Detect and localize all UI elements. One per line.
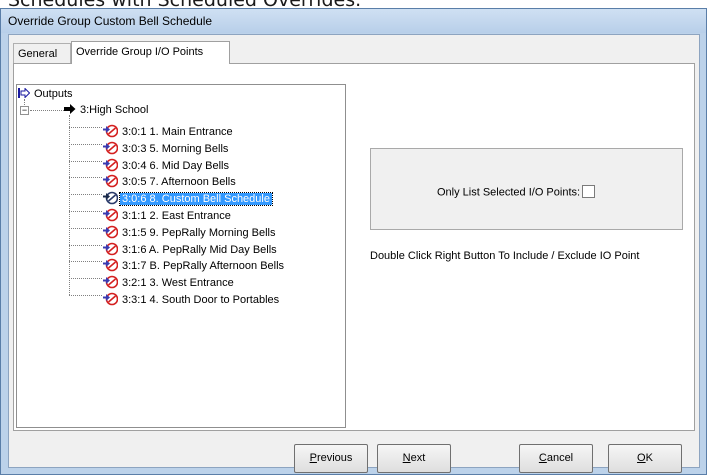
tree-group-high-school[interactable]: 3:High School (64, 102, 151, 118)
title-bar[interactable]: Override Group Custom Bell Schedule (1, 9, 706, 33)
tab-page-io-points: Outputs − 3:High School 3:0:1 1. Main En… (13, 63, 695, 431)
dialog-window: Override Group Custom Bell Schedule Gene… (0, 8, 707, 475)
next-label: ext (410, 452, 426, 464)
arrow-icon (64, 104, 76, 114)
tree-connector (69, 194, 102, 196)
tree-connector (69, 278, 102, 280)
cancel-mnemonic: C (538, 452, 547, 464)
cancel-button[interactable]: Cancel (519, 444, 593, 473)
tree-item-io-point[interactable]: 3:0:3 5. Morning Bells (102, 136, 230, 155)
previous-button[interactable]: Previous (294, 444, 368, 473)
tree-connector (69, 261, 102, 263)
tree-connector (69, 227, 102, 229)
tree-item-io-point[interactable]: 3:0:6 8. Custom Bell Schedule (102, 186, 273, 207)
tree-item-io-point[interactable]: 3:1:7 B. PepRally Afternoon Bells (102, 253, 286, 272)
tree-connector (69, 211, 102, 212)
tree-item-io-point[interactable]: 3:1:6 A. PepRally Mid Day Bells (102, 237, 279, 256)
tree-item-io-point[interactable]: 3:2:1 3. West Entrance (102, 270, 236, 289)
options-group-box: Only List Selected I/O Points: (370, 148, 683, 230)
tree-connector (30, 110, 64, 111)
ok-mnemonic: O (637, 452, 646, 464)
tree-connector (69, 295, 102, 296)
next-button[interactable]: Next (377, 444, 451, 473)
include-exclude-hint: Double Click Right Button To Include / E… (370, 250, 640, 262)
window-title: Override Group Custom Bell Schedule (8, 14, 213, 28)
tree-group-label: 3:High School (80, 104, 149, 116)
io-points-tree[interactable]: Outputs − 3:High School 3:0:1 1. Main En… (16, 84, 346, 428)
tree-connector (69, 244, 102, 246)
dialog-client-area: General Override Group I/O Points Output… (8, 34, 700, 473)
collapse-toggle-icon[interactable]: − (20, 106, 29, 115)
bell-output-icon (103, 292, 118, 306)
tree-item-io-point[interactable]: 3:0:5 7. Afternoon Bells (102, 169, 238, 188)
tree-item-io-point[interactable]: 3:0:1 1. Main Entrance (102, 119, 235, 138)
tree-root-outputs[interactable]: Outputs (18, 86, 75, 102)
only-list-selected-option[interactable]: Only List Selected I/O Points: (437, 185, 596, 199)
tree-connector (69, 160, 102, 162)
tree-connector (69, 177, 102, 179)
tree-root-label: Outputs (34, 88, 73, 100)
tab-general[interactable]: General (13, 43, 71, 63)
previous-label: revious (316, 452, 353, 464)
tree-connector (69, 127, 102, 128)
only-list-checkbox[interactable] (582, 185, 596, 198)
tree-connector (69, 143, 102, 145)
tree-item-io-point[interactable]: 3:1:1 2. East Entrance (102, 203, 233, 222)
tree-item-label: 3:3:1 4. South Door to Portables (122, 294, 280, 306)
arrow-outline-icon (18, 88, 30, 98)
only-list-label: Only List Selected I/O Points: (437, 186, 581, 199)
ok-label: K (645, 452, 653, 464)
tree-item-io-point[interactable]: 3:0:4 6. Mid Day Bells (102, 153, 231, 172)
tab-override-group-io-points[interactable]: Override Group I/O Points (71, 41, 230, 64)
tree-item-io-point[interactable]: 3:3:1 4. South Door to Portables (102, 287, 281, 306)
tree-item-io-point[interactable]: 3:1:5 9. PepRally Morning Bells (102, 220, 277, 239)
ok-button[interactable]: OK (608, 444, 682, 473)
tree-connector (69, 115, 70, 295)
next-mnemonic: N (402, 452, 411, 464)
previous-mnemonic: P (309, 452, 317, 464)
cancel-label: ancel (546, 452, 574, 464)
